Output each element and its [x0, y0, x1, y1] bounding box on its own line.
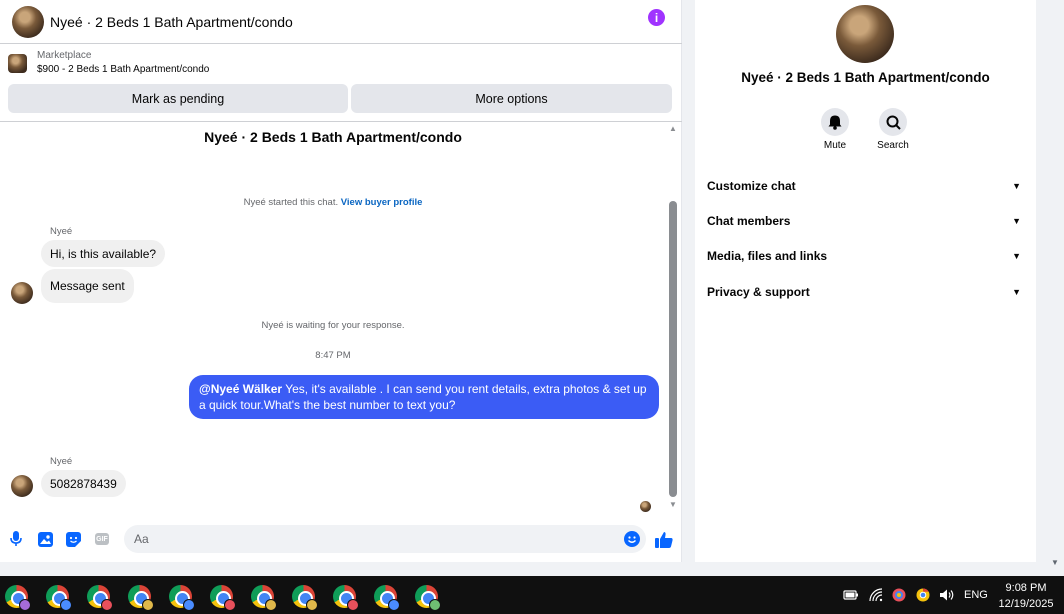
- clock-date: 12/19/2025: [998, 598, 1054, 610]
- search-icon: [879, 108, 907, 136]
- emoji-icon[interactable]: [624, 531, 640, 547]
- chat-started-text: Nyeé started this chat.: [243, 197, 339, 208]
- thumbs-up-icon[interactable]: [655, 531, 673, 549]
- chat-started-notice: Nyeé started this chat. View buyer profi…: [0, 197, 666, 208]
- chevron-down-icon: ▼: [1012, 251, 1021, 261]
- seen-indicator-avatar: [640, 501, 651, 512]
- incoming-message[interactable]: Message sent: [41, 269, 134, 303]
- more-options-button[interactable]: More options: [351, 84, 672, 113]
- mute-label: Mute: [823, 140, 847, 151]
- profile-badge-icon: [19, 599, 31, 611]
- profile-badge-icon: [306, 599, 318, 611]
- volume-icon[interactable]: [939, 588, 954, 602]
- privacy-support-section[interactable]: Privacy & support ▼: [707, 282, 1025, 302]
- chrome-profile-icon[interactable]: [374, 585, 400, 611]
- chat-members-section[interactable]: Chat members ▼: [707, 211, 1025, 231]
- mark-as-pending-button[interactable]: Mark as pending: [8, 84, 348, 113]
- conversation-info-panel: Nyeé · 2 Beds 1 Bath Apartment/condo Mut…: [695, 0, 1036, 562]
- mute-button[interactable]: Mute: [805, 108, 865, 151]
- chevron-down-icon: ▼: [1012, 181, 1021, 191]
- listing-summary[interactable]: Marketplace $900 - 2 Beds 1 Bath Apartme…: [0, 46, 682, 80]
- view-buyer-profile-link[interactable]: View buyer profile: [341, 197, 423, 208]
- page-scroll-down-arrow[interactable]: ▼: [1051, 558, 1059, 567]
- chrome-profile-icon[interactable]: [210, 585, 236, 611]
- incoming-message[interactable]: Hi, is this available?: [41, 240, 166, 267]
- chrome-tray-icon[interactable]: [916, 588, 930, 602]
- chrome-profile-icon[interactable]: [415, 585, 441, 611]
- chrome-profile-icon[interactable]: [87, 585, 113, 611]
- photo-icon[interactable]: [37, 531, 53, 547]
- sender-avatar[interactable]: [11, 475, 33, 497]
- app-tray-icon[interactable]: [892, 588, 906, 602]
- gif-icon[interactable]: GIF: [95, 533, 109, 545]
- composer: GIF Aa: [0, 522, 682, 558]
- message-scrollbar[interactable]: ▲ ▼: [668, 124, 679, 512]
- message-list: Nyeé · 2 Beds 1 Bath Apartment/condo Nye…: [0, 122, 666, 520]
- taskbar: ENG 9:08 PM 12/19/2025: [0, 576, 1064, 614]
- sender-avatar[interactable]: [11, 282, 33, 304]
- section-label: Customize chat: [707, 179, 796, 193]
- message-timestamp: 8:47 PM: [315, 350, 351, 361]
- chrome-profile-icon[interactable]: [46, 585, 72, 611]
- sender-name: Nyeé: [50, 456, 73, 467]
- chrome-profile-icon[interactable]: [292, 585, 318, 611]
- wifi-icon[interactable]: [869, 588, 883, 602]
- listing-thumbnail: [8, 53, 27, 73]
- chrome-profile-icon[interactable]: [128, 585, 154, 611]
- profile-badge-icon: [183, 599, 195, 611]
- message-input[interactable]: Aa: [124, 525, 646, 553]
- profile-badge-icon: [224, 599, 236, 611]
- scroll-down-arrow[interactable]: ▼: [669, 500, 677, 509]
- listing-label: Marketplace: [37, 50, 92, 61]
- profile-badge-icon: [347, 599, 359, 611]
- profile-badge-icon: [388, 599, 400, 611]
- chrome-profile-icon[interactable]: [333, 585, 359, 611]
- contact-avatar[interactable]: [12, 5, 44, 38]
- search-label: Search: [877, 140, 909, 151]
- thread-title: Nyeé · 2 Beds 1 Bath Apartment/condo: [204, 129, 462, 145]
- waiting-notice: Nyeé is waiting for your response.: [261, 320, 405, 331]
- chrome-profile-icon[interactable]: [5, 585, 31, 611]
- chat-panel: Nyeé · 2 Beds 1 Bath Apartment/condo i M…: [0, 0, 682, 562]
- sender-name: Nyeé: [50, 226, 73, 237]
- search-button[interactable]: Search: [863, 108, 923, 151]
- profile-badge-icon: [60, 599, 72, 611]
- profile-badge-icon: [142, 599, 154, 611]
- chat-title[interactable]: Nyeé · 2 Beds 1 Bath Apartment/condo: [50, 14, 293, 30]
- battery-icon[interactable]: [843, 588, 858, 602]
- profile-badge-icon: [265, 599, 277, 611]
- sticker-icon[interactable]: [65, 531, 81, 547]
- message-input-placeholder: Aa: [134, 532, 149, 546]
- chrome-profile-icon[interactable]: [169, 585, 195, 611]
- scroll-up-arrow[interactable]: ▲: [669, 124, 677, 133]
- language-indicator[interactable]: ENG: [964, 589, 988, 601]
- listing-price: $900 - 2 Beds 1 Bath Apartment/condo: [37, 64, 210, 75]
- chrome-profile-icon[interactable]: [251, 585, 277, 611]
- profile-avatar[interactable]: [836, 5, 894, 63]
- microphone-icon[interactable]: [8, 531, 24, 547]
- customize-chat-section[interactable]: Customize chat ▼: [707, 176, 1025, 196]
- section-label: Privacy & support: [707, 285, 810, 299]
- info-icon[interactable]: i: [648, 9, 665, 26]
- mention-tag[interactable]: @Nyeé Wälker: [199, 382, 282, 396]
- section-label: Media, files and links: [707, 249, 828, 263]
- chat-header: Nyeé · 2 Beds 1 Bath Apartment/condo i: [0, 0, 682, 44]
- profile-badge-icon: [101, 599, 113, 611]
- chevron-down-icon: ▼: [1012, 287, 1021, 297]
- profile-badge-icon: [429, 599, 441, 611]
- media-files-links-section[interactable]: Media, files and links ▼: [707, 246, 1025, 266]
- outgoing-message[interactable]: @Nyeé Wälker Yes, it's available . I can…: [189, 375, 659, 419]
- scroll-thumb[interactable]: [669, 201, 677, 497]
- system-clock[interactable]: 9:08 PM 12/19/2025: [997, 580, 1055, 612]
- incoming-message[interactable]: 5082878439: [41, 470, 126, 497]
- clock-time: 9:08 PM: [1005, 582, 1047, 594]
- section-label: Chat members: [707, 214, 791, 228]
- bell-icon: [821, 108, 849, 136]
- chevron-down-icon: ▼: [1012, 216, 1021, 226]
- conversation-name: Nyeé · 2 Beds 1 Bath Apartment/condo: [741, 70, 990, 85]
